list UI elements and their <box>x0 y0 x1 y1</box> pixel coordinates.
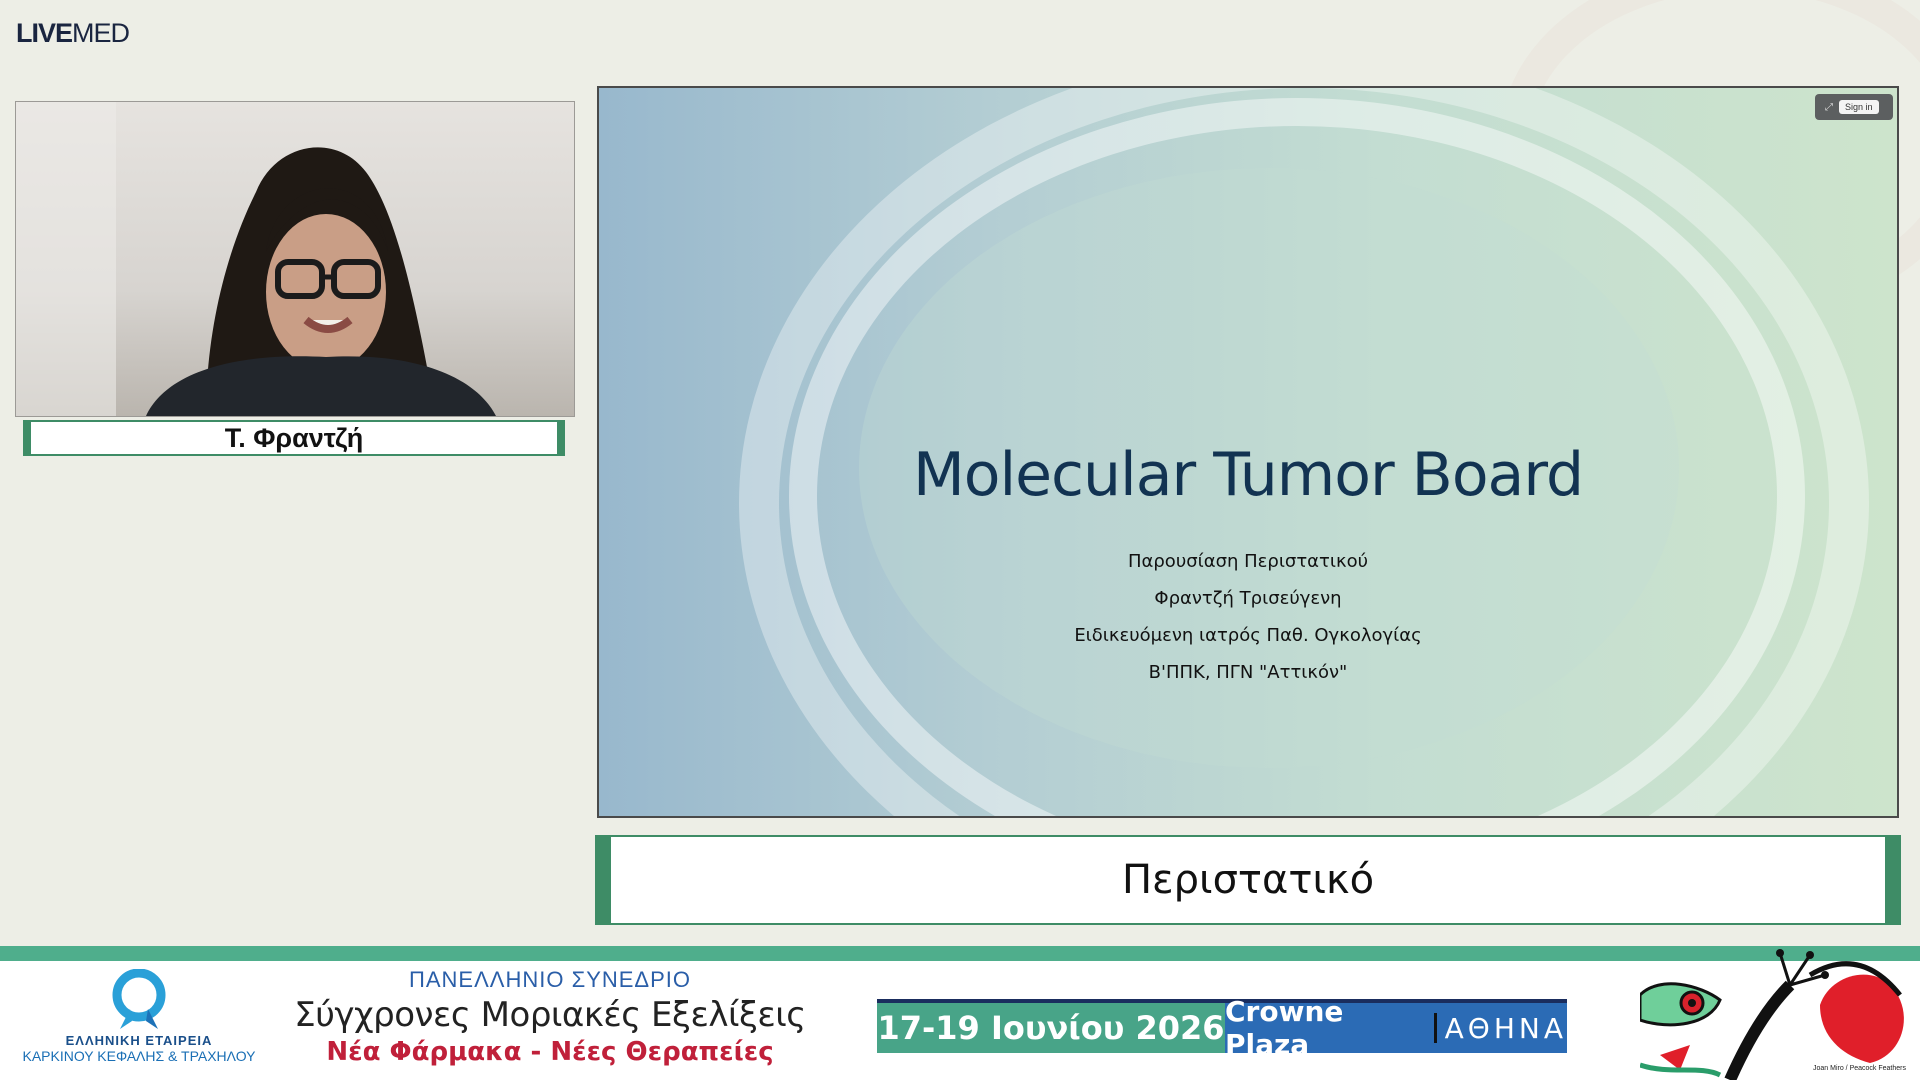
topic-caption: Περιστατικό <box>595 835 1901 925</box>
dates-text: 17-19 Ιουνίου 2026 <box>877 1009 1225 1047</box>
speaker-silhouette <box>16 102 496 416</box>
society-logo: ΕΛΛΗΝΙΚΗ ΕΤΑΙΡΕΙΑ ΚΑΡΚΙΝΟΥ ΚΕΦΑΛΗΣ & ΤΡΑ… <box>14 969 264 1064</box>
miro-artwork <box>1640 949 1904 1080</box>
conference-title-block: ΠΑΝΕΛΛΗΝΙΟ ΣΥΝΕΔΡΙΟ Σύγχρονες Μοριακές Ε… <box>290 967 810 1067</box>
society-name-line1: ΕΛΛΗΝΙΚΗ ΕΤΑΙΡΕΙΑ <box>65 1033 213 1048</box>
venue-city: ΑΘΗΝΑ <box>1444 1011 1567 1045</box>
slide-line: Ειδικευόμενη ιατρός Παθ. Ογκολογίας <box>1074 625 1422 646</box>
venue-separator <box>1433 1013 1437 1043</box>
speaker-nameplate: Τ. Φραντζή <box>23 420 565 456</box>
society-name-line2: ΚΑΡΚΙΝΟΥ ΚΕΦΑΛΗΣ & ΤΡΑΧΗΛΟΥ <box>22 1048 256 1064</box>
livemed-logo: LIVEMED <box>16 18 130 49</box>
conference-dates: 17-19 Ιουνίου 2026 <box>877 999 1225 1053</box>
slide-toolbar: ⤢ Sign in <box>1815 94 1893 120</box>
ribbon-icon <box>112 969 166 1029</box>
venue-name: Crowne Plaza <box>1225 995 1344 1061</box>
artwork-caption: Joan Miro / Peacock Feathers <box>1813 1065 1906 1072</box>
footer-banner: ΕΛΛΗΝΙΚΗ ΕΤΑΙΡΕΙΑ ΚΑΡΚΙΝΟΥ ΚΕΦΑΛΗΣ & ΤΡΑ… <box>0 949 1920 1080</box>
conference-kicker: ΠΑΝΕΛΛΗΝΙΟ ΣΥΝΕΔΡΙΟ <box>408 967 692 992</box>
speaker-name: Τ. Φραντζή <box>224 422 364 453</box>
slide-subtitle-lines: Παρουσίαση Περιστατικού Φραντζή Τρισεύγε… <box>599 543 1897 691</box>
conference-venue: Crowne Plaza ΑΘΗΝΑ <box>1225 995 1567 1061</box>
footer-stripe <box>0 946 1920 961</box>
expand-icon[interactable]: ⤢ <box>1825 102 1833 113</box>
slide-line: Παρουσίαση Περιστατικού <box>1127 551 1368 572</box>
speaker-video <box>15 101 575 417</box>
conference-subtitle: Νέα Φάρμακα - Νέες Θεραπείες <box>326 1037 774 1067</box>
logo-live-text: LIVE <box>16 18 73 48</box>
logo-med-text: MED <box>72 18 130 48</box>
conference-title: Σύγχρονες Μοριακές Εξελίξεις <box>294 995 806 1035</box>
slide-line: Β'ΠΠΚ, ΠΓΝ "Αττικόν" <box>1148 662 1348 683</box>
sign-in-button[interactable]: Sign in <box>1839 100 1879 114</box>
slide-line: Φραντζή Τρισεύγενη <box>1154 588 1342 609</box>
presentation-slide: Molecular Tumor Board Παρουσίαση Περιστα… <box>597 86 1899 818</box>
slide-title: Molecular Tumor Board <box>912 440 1584 510</box>
topic-caption-text: Περιστατικό <box>1121 857 1375 903</box>
